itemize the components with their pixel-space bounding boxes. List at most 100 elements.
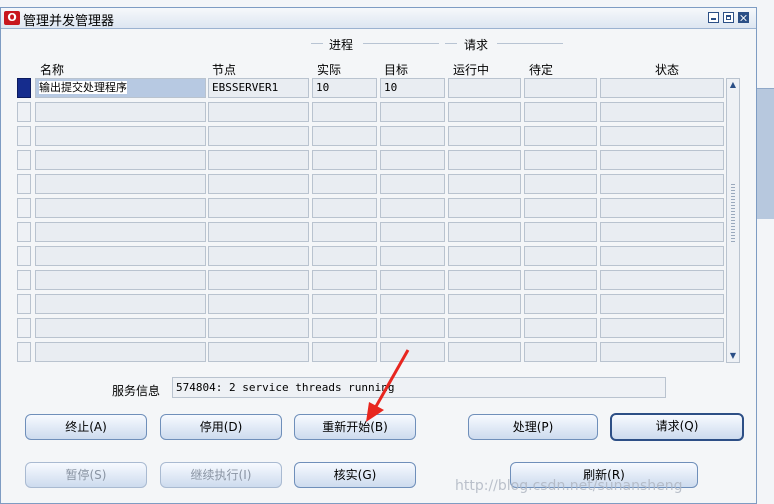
cell-running[interactable] (448, 342, 521, 362)
cell-actual[interactable]: 10 (312, 78, 377, 98)
cell-pending[interactable] (524, 246, 597, 266)
cell-status[interactable] (600, 318, 724, 338)
suspend-button[interactable]: 暂停(S) (25, 462, 147, 488)
cell-pending[interactable] (524, 102, 597, 122)
cell-name[interactable] (35, 198, 206, 218)
cell-pending[interactable] (524, 342, 597, 362)
cell-node[interactable] (208, 342, 309, 362)
cell-status[interactable] (600, 294, 724, 314)
cell-name[interactable] (35, 342, 206, 362)
row-indicator[interactable] (17, 342, 31, 362)
cell-actual[interactable] (312, 174, 377, 194)
cell-running[interactable] (448, 150, 521, 170)
cell-name[interactable]: 输出提交处理程序 (35, 78, 206, 98)
cell-running[interactable] (448, 78, 521, 98)
row-indicator[interactable] (17, 102, 31, 122)
cell-running[interactable] (448, 222, 521, 242)
cell-pending[interactable] (524, 174, 597, 194)
cell-pending[interactable] (524, 126, 597, 146)
cell-actual[interactable] (312, 198, 377, 218)
minimize-icon[interactable] (708, 12, 719, 23)
cell-target[interactable] (380, 198, 445, 218)
row-indicator[interactable] (17, 222, 31, 242)
title-bar[interactable]: O 管理并发管理器 (1, 8, 756, 29)
resume-button[interactable]: 继续执行(I) (160, 462, 282, 488)
cell-name[interactable] (35, 318, 206, 338)
cell-actual[interactable] (312, 246, 377, 266)
cell-node[interactable] (208, 126, 309, 146)
maximize-icon[interactable] (723, 12, 734, 23)
cell-pending[interactable] (524, 222, 597, 242)
row-indicator[interactable] (17, 150, 31, 170)
cell-pending[interactable] (524, 294, 597, 314)
cell-name[interactable] (35, 246, 206, 266)
cell-status[interactable] (600, 222, 724, 242)
cell-actual[interactable] (312, 150, 377, 170)
cell-node[interactable]: EBSSERVER1 (208, 78, 309, 98)
cell-actual[interactable] (312, 270, 377, 290)
cell-node[interactable] (208, 198, 309, 218)
cell-target[interactable] (380, 126, 445, 146)
cell-pending[interactable] (524, 78, 597, 98)
cell-actual[interactable] (312, 318, 377, 338)
row-indicator[interactable] (17, 198, 31, 218)
cell-target[interactable] (380, 270, 445, 290)
cell-target[interactable] (380, 318, 445, 338)
row-indicator[interactable] (17, 246, 31, 266)
cell-actual[interactable] (312, 126, 377, 146)
cell-name[interactable] (35, 174, 206, 194)
row-indicator[interactable] (17, 174, 31, 194)
verify-button[interactable]: 核实(G) (294, 462, 416, 488)
row-indicator[interactable] (17, 126, 31, 146)
cell-node[interactable] (208, 102, 309, 122)
cell-node[interactable] (208, 222, 309, 242)
cell-running[interactable] (448, 126, 521, 146)
cell-name[interactable] (35, 126, 206, 146)
close-icon[interactable] (738, 12, 749, 23)
cell-running[interactable] (448, 174, 521, 194)
scroll-down-icon[interactable]: ▼ (727, 350, 739, 362)
cell-name[interactable] (35, 294, 206, 314)
cell-node[interactable] (208, 246, 309, 266)
scroll-up-icon[interactable]: ▲ (727, 79, 739, 91)
cell-node[interactable] (208, 174, 309, 194)
cell-node[interactable] (208, 294, 309, 314)
cell-actual[interactable] (312, 102, 377, 122)
cell-name[interactable] (35, 150, 206, 170)
cell-status[interactable] (600, 78, 724, 98)
cell-running[interactable] (448, 294, 521, 314)
cell-name[interactable] (35, 270, 206, 290)
deactivate-button[interactable]: 停用(D) (160, 414, 282, 440)
cell-name[interactable] (35, 222, 206, 242)
cell-target[interactable]: 10 (380, 78, 445, 98)
cell-status[interactable] (600, 270, 724, 290)
terminate-button[interactable]: 终止(A) (25, 414, 147, 440)
cell-node[interactable] (208, 270, 309, 290)
cell-node[interactable] (208, 150, 309, 170)
row-indicator[interactable] (17, 318, 31, 338)
cell-target[interactable] (380, 294, 445, 314)
cell-pending[interactable] (524, 318, 597, 338)
table-scrollbar[interactable]: ▲ ▼ (726, 78, 740, 363)
cell-status[interactable] (600, 102, 724, 122)
requests-button[interactable]: 请求(Q) (610, 413, 744, 441)
cell-target[interactable] (380, 102, 445, 122)
cell-running[interactable] (448, 246, 521, 266)
scroll-grip[interactable] (731, 184, 735, 244)
cell-node[interactable] (208, 318, 309, 338)
cell-status[interactable] (600, 150, 724, 170)
cell-status[interactable] (600, 174, 724, 194)
cell-running[interactable] (448, 102, 521, 122)
process-button[interactable]: 处理(P) (468, 414, 598, 440)
row-indicator[interactable] (17, 294, 31, 314)
row-indicator[interactable] (17, 270, 31, 290)
cell-pending[interactable] (524, 198, 597, 218)
cell-target[interactable] (380, 150, 445, 170)
cell-target[interactable] (380, 222, 445, 242)
cell-status[interactable] (600, 246, 724, 266)
cell-status[interactable] (600, 342, 724, 362)
cell-running[interactable] (448, 318, 521, 338)
cell-target[interactable] (380, 246, 445, 266)
cell-status[interactable] (600, 126, 724, 146)
row-indicator[interactable] (17, 78, 31, 98)
